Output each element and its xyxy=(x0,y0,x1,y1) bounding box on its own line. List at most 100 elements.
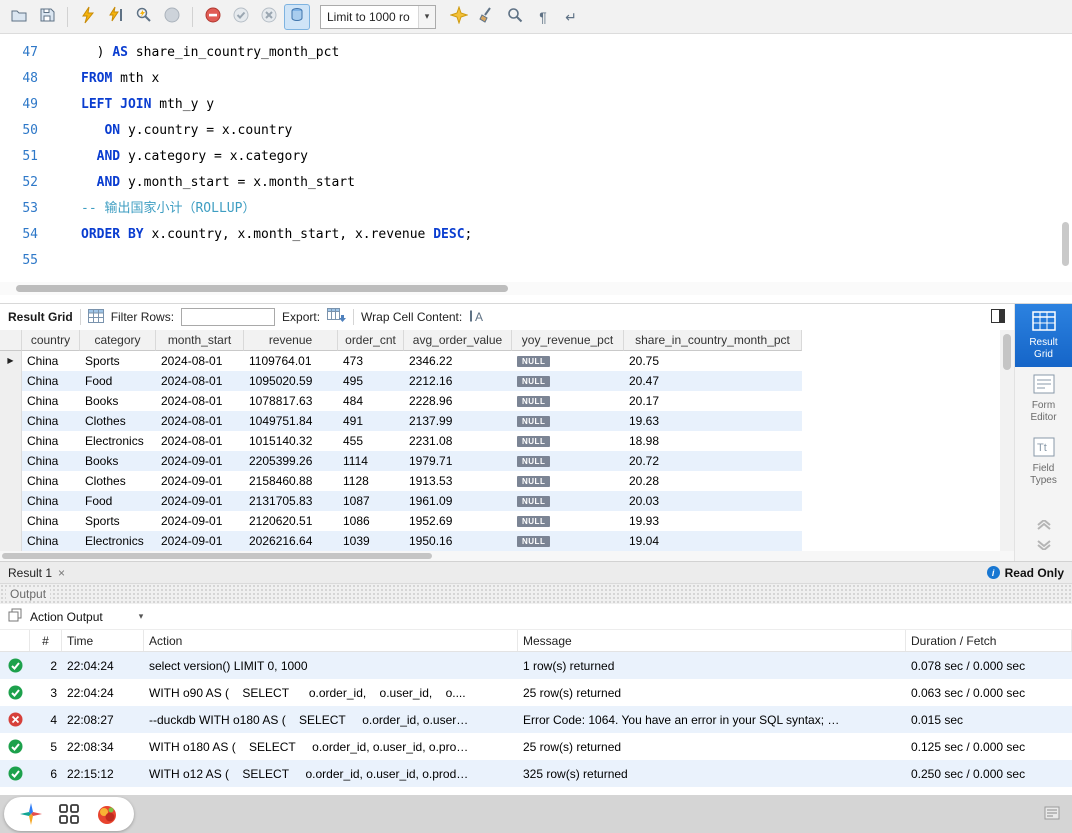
row-selector[interactable] xyxy=(0,491,22,511)
grid-header-cell[interactable]: month_start xyxy=(156,330,244,351)
save-script-button[interactable] xyxy=(34,4,60,30)
grid-cell[interactable]: Food xyxy=(80,491,156,511)
grid-cell[interactable]: 1961.09 xyxy=(404,491,512,511)
grid-cell[interactable]: 455 xyxy=(338,431,404,451)
grid-cell[interactable]: 1086 xyxy=(338,511,404,531)
grid-cell[interactable]: Books xyxy=(80,391,156,411)
grid-cell[interactable]: 1015140.32 xyxy=(244,431,338,451)
explain-button[interactable] xyxy=(131,4,157,30)
row-selector[interactable] xyxy=(0,391,22,411)
grid-cell[interactable]: 20.72 xyxy=(624,451,802,471)
grid-cell[interactable]: China xyxy=(22,451,80,471)
toggle-autocommit-button[interactable] xyxy=(284,3,310,30)
wrap-cell-content-icon[interactable]: A xyxy=(469,309,487,326)
chevron-down-icon[interactable]: ▾ xyxy=(418,5,435,28)
grid-cell[interactable]: 1913.53 xyxy=(404,471,512,491)
chevron-up-icon[interactable] xyxy=(1036,518,1052,533)
grid-horizontal-scrollbar[interactable] xyxy=(0,551,1014,561)
grid-cell[interactable]: Electronics xyxy=(80,431,156,451)
row-selector[interactable]: ▶ xyxy=(0,351,22,371)
grid-header-cell[interactable]: country xyxy=(22,330,80,351)
grid-cell[interactable]: China xyxy=(22,371,80,391)
grid-cell[interactable]: 2024-08-01 xyxy=(156,351,244,371)
grid-cell[interactable]: 2131705.83 xyxy=(244,491,338,511)
scrollbar-thumb[interactable] xyxy=(2,553,432,559)
grid-corner-cell[interactable] xyxy=(0,330,22,351)
grid-cell[interactable]: 2024-09-01 xyxy=(156,451,244,471)
grid-cell[interactable]: Sports xyxy=(80,511,156,531)
grid-cell[interactable]: Clothes xyxy=(80,471,156,491)
grid-cell[interactable]: 2024-08-01 xyxy=(156,411,244,431)
grid-cell[interactable]: China xyxy=(22,511,80,531)
grid-cell[interactable]: 473 xyxy=(338,351,404,371)
row-selector[interactable] xyxy=(0,531,22,551)
grid-header-cell[interactable]: yoy_revenue_pct xyxy=(512,330,624,351)
grid-cell[interactable]: NULL xyxy=(512,411,624,431)
grid-row[interactable]: China Sports 2024-09-01 2120620.51 1086 1952.… xyxy=(0,511,802,531)
scrollbar-thumb[interactable] xyxy=(16,285,508,292)
sparkle-app-icon[interactable] xyxy=(19,802,43,826)
grid-cell[interactable]: Electronics xyxy=(80,531,156,551)
grid-row[interactable]: China Electronics 2024-09-01 2026216.64 1039… xyxy=(0,531,802,551)
grid-cell[interactable]: 18.98 xyxy=(624,431,802,451)
grid-cell[interactable]: China xyxy=(22,391,80,411)
tab-result-1[interactable]: Result 1 × xyxy=(8,566,65,580)
cleanup-button[interactable] xyxy=(474,4,500,30)
colorful-app-icon[interactable] xyxy=(95,802,119,826)
row-selector[interactable] xyxy=(0,451,22,471)
grid-cell[interactable]: China xyxy=(22,491,80,511)
grid-cell[interactable]: 20.47 xyxy=(624,371,802,391)
grid-cell[interactable]: 20.17 xyxy=(624,391,802,411)
grid-cell[interactable]: 1039 xyxy=(338,531,404,551)
toggle-invisible-chars-button[interactable]: ¶ xyxy=(530,4,556,30)
code-line[interactable]: AND y.month_start = x.month_start xyxy=(81,170,1072,196)
grid-row[interactable]: China Books 2024-09-01 2205399.26 1114 1979.7… xyxy=(0,451,802,471)
grid-row[interactable]: China Food 2024-08-01 1095020.59 495 2212.16 N… xyxy=(0,371,802,391)
grid-cell[interactable]: 484 xyxy=(338,391,404,411)
execute-button[interactable] xyxy=(75,4,101,30)
grid-row[interactable]: China Electronics 2024-08-01 1015140.32 455 2… xyxy=(0,431,802,451)
grid-cell[interactable]: 1979.71 xyxy=(404,451,512,471)
grid-cell[interactable]: 2024-08-01 xyxy=(156,391,244,411)
grid-cell[interactable]: Food xyxy=(80,371,156,391)
grid-cell[interactable]: NULL xyxy=(512,511,624,531)
grid-cell[interactable]: 2346.22 xyxy=(404,351,512,371)
grid-cell[interactable]: 19.63 xyxy=(624,411,802,431)
grid-cell[interactable]: NULL xyxy=(512,471,624,491)
stop-query-button[interactable] xyxy=(159,4,185,30)
output-header-action[interactable]: Action xyxy=(144,630,518,651)
grid-cell[interactable]: 2231.08 xyxy=(404,431,512,451)
chevron-down-icon[interactable] xyxy=(1036,539,1052,553)
grid-cell[interactable]: NULL xyxy=(512,531,624,551)
grid-cell[interactable]: 1095020.59 xyxy=(244,371,338,391)
row-selector[interactable] xyxy=(0,371,22,391)
close-icon[interactable]: × xyxy=(58,567,65,579)
grid-cell[interactable]: 2228.96 xyxy=(404,391,512,411)
execute-current-statement-button[interactable] xyxy=(103,4,129,30)
output-header-message[interactable]: Message xyxy=(518,630,906,651)
code-line[interactable]: ORDER BY x.country, x.month_start, x.rev… xyxy=(81,222,1072,248)
grid-cell[interactable]: 20.75 xyxy=(624,351,802,371)
grid-cell[interactable]: 495 xyxy=(338,371,404,391)
code-line[interactable]: AND y.category = x.category xyxy=(81,144,1072,170)
row-limit-dropdown[interactable]: Limit to 1000 ro ▾ xyxy=(320,4,436,29)
grid-cell[interactable]: 1952.69 xyxy=(404,511,512,531)
grid-header-cell[interactable]: category xyxy=(80,330,156,351)
output-header-time[interactable]: Time xyxy=(62,630,144,651)
output-row[interactable]: 3 22:04:24 WITH o90 AS ( SELECT o.order_id… xyxy=(0,679,1072,706)
find-button[interactable] xyxy=(502,4,528,30)
output-row[interactable]: 5 22:08:34 WITH o180 AS ( SELECT o.order_i… xyxy=(0,733,1072,760)
grid-cell[interactable]: 2158460.88 xyxy=(244,471,338,491)
output-view-selector[interactable]: Action Output ▾ xyxy=(0,604,1072,630)
grid-cell[interactable]: 1109764.01 xyxy=(244,351,338,371)
grid-cell[interactable]: NULL xyxy=(512,491,624,511)
grid-cell[interactable]: NULL xyxy=(512,391,624,411)
side-tab-result-grid[interactable]: Result Grid xyxy=(1015,304,1072,367)
editor-vertical-scrollbar[interactable] xyxy=(1061,34,1070,282)
grid-header-cell[interactable]: share_in_country_month_pct xyxy=(624,330,802,351)
grid-cell[interactable]: China xyxy=(22,351,80,371)
grid-header-cell[interactable]: avg_order_value xyxy=(404,330,512,351)
grid-cell[interactable]: 2024-09-01 xyxy=(156,491,244,511)
grid-cell[interactable]: 2024-09-01 xyxy=(156,511,244,531)
grid-cell[interactable]: 1078817.63 xyxy=(244,391,338,411)
